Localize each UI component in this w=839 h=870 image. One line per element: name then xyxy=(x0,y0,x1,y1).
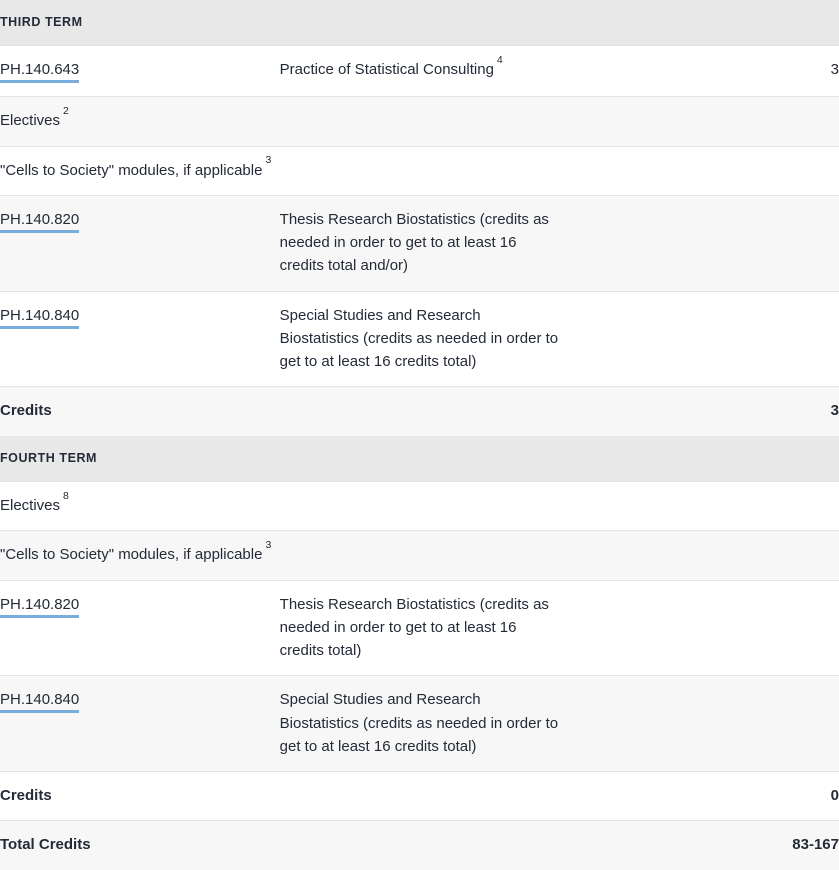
course-title-text: Thesis Research Biostatistics (credits a… xyxy=(279,595,549,660)
requirement-label-cell: "Cells to Society" modules, if applicabl… xyxy=(0,146,560,196)
requirement-credits-cell xyxy=(559,146,839,196)
course-code-cell: PH.140.820 xyxy=(0,580,280,676)
footnote-marker: 3 xyxy=(265,154,272,167)
footnote-marker: 8 xyxy=(63,489,69,502)
course-row: PH.140.820 Thesis Research Biostatistics … xyxy=(0,580,839,676)
term-header-row: FOURTH TERM xyxy=(0,435,839,482)
course-code-link[interactable]: PH.140.840 xyxy=(0,691,80,714)
course-code-link[interactable]: PH.140.820 xyxy=(0,211,80,233)
total-credits-label: Total Credits xyxy=(0,820,560,870)
course-title-text: Practice of Statistical Consulting xyxy=(279,61,494,79)
term-header-label: FOURTH TERM xyxy=(0,435,839,482)
course-code-link[interactable]: PH.140.643 xyxy=(0,61,80,84)
course-credits-cell xyxy=(559,580,839,676)
course-title-cell: Special Studies and Research Biostatisti… xyxy=(279,291,560,387)
term-credits-label: Credits xyxy=(0,771,560,821)
term-credits-row: Credits 3 xyxy=(0,386,839,437)
requirement-credits-cell xyxy=(559,530,839,580)
requirement-credits-cell xyxy=(559,481,839,531)
course-row: PH.140.643 Practice of Statistical Consul… xyxy=(0,45,839,97)
requirement-row: "Cells to Society" modules, if applicabl… xyxy=(0,146,839,196)
requirement-label-text: Electives xyxy=(0,112,61,130)
requirement-label-text: Electives xyxy=(0,497,61,514)
course-code-cell: PH.140.840 xyxy=(0,291,280,387)
course-code-link[interactable]: PH.140.820 xyxy=(0,596,80,618)
requirement-label-cell: Electives8 xyxy=(0,481,560,531)
term-credits-value: 3 xyxy=(559,386,839,437)
course-title-cell: Thesis Research Biostatistics (credits a… xyxy=(279,580,560,676)
requirement-credits-cell xyxy=(559,96,839,147)
course-credits-cell xyxy=(559,195,839,292)
course-credits-value: 3 xyxy=(830,61,839,79)
requirement-row: Electives8 xyxy=(0,481,839,531)
requirement-row: "Cells to Society" modules, if applicabl… xyxy=(0,530,839,580)
term-header-label: THIRD TERM xyxy=(0,0,839,46)
course-title-cell: Special Studies and Research Biostatisti… xyxy=(279,675,560,772)
requirement-label-text: "Cells to Society" modules, if applicabl… xyxy=(0,161,263,179)
course-credits-cell xyxy=(559,675,839,772)
course-title-text: Thesis Research Biostatistics (credits a… xyxy=(279,210,549,275)
footnote-marker: 4 xyxy=(496,54,503,67)
term-header-row: THIRD TERM xyxy=(0,0,839,46)
footnote-marker: 3 xyxy=(265,539,272,551)
total-credits-value: 83-167 xyxy=(559,820,839,870)
course-credits-cell xyxy=(559,291,839,387)
term-credits-value: 0 xyxy=(559,771,839,821)
course-credits-cell: 3 xyxy=(559,45,839,97)
total-credits-row: Total Credits 83-167 xyxy=(0,820,839,870)
course-code-link[interactable]: PH.140.840 xyxy=(0,307,80,329)
course-code-cell: PH.140.643 xyxy=(0,45,280,97)
requirement-label-text: "Cells to Society" modules, if applicabl… xyxy=(0,546,263,564)
course-row: PH.140.820 Thesis Research Biostatistics … xyxy=(0,195,839,292)
curriculum-table-body: THIRD TERM PH.140.643 Practice of Statisti… xyxy=(0,0,839,870)
course-code-cell: PH.140.840 xyxy=(0,675,280,772)
course-title-text: Special Studies and Research Biostatisti… xyxy=(279,306,559,371)
course-code-cell: PH.140.820 xyxy=(0,195,280,292)
footnote-marker: 2 xyxy=(63,105,69,118)
curriculum-schedule-table: THIRD TERM PH.140.643 Practice of Statisti… xyxy=(0,0,839,870)
course-title-cell: Practice of Statistical Consulting4 xyxy=(279,45,560,97)
requirement-label-cell: Electives2 xyxy=(0,96,560,147)
term-credits-row: Credits 0 xyxy=(0,771,839,821)
term-credits-label: Credits xyxy=(0,386,560,437)
requirement-row: Electives2 xyxy=(0,96,839,147)
course-title-cell: Thesis Research Biostatistics (credits a… xyxy=(279,195,560,292)
course-row: PH.140.840 Special Studies and Research B… xyxy=(0,675,839,772)
requirement-label-cell: "Cells to Society" modules, if applicabl… xyxy=(0,530,560,580)
course-row: PH.140.840 Special Studies and Research B… xyxy=(0,291,839,387)
course-title-text: Special Studies and Research Biostatisti… xyxy=(279,691,559,755)
